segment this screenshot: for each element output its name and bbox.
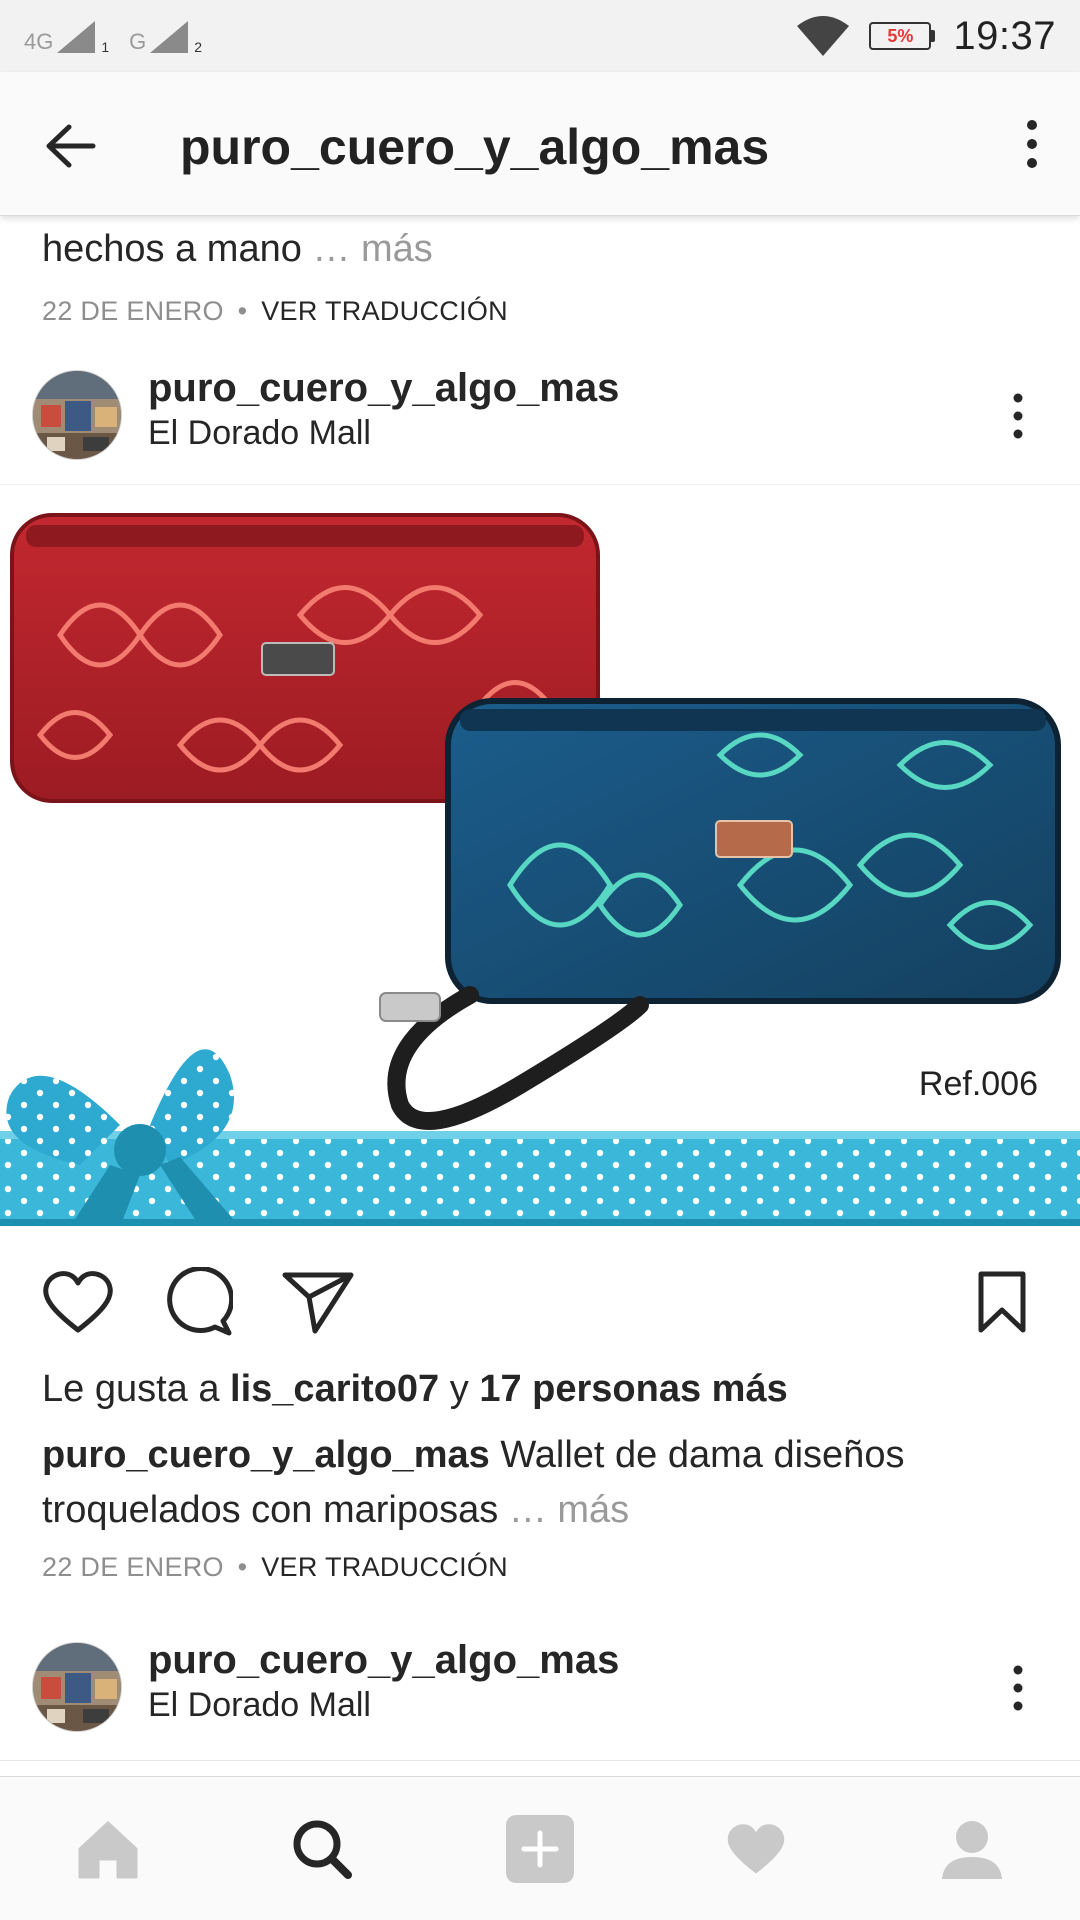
signal-sim1: 4G 1 (24, 17, 109, 55)
back-button[interactable] (38, 114, 102, 178)
likes-summary[interactable]: Le gusta a lis_carito07 y 17 personas má… (42, 1368, 788, 1411)
likes-prefix: Le gusta a (42, 1368, 220, 1410)
heart-icon (43, 1271, 113, 1333)
bottom-navigation (0, 1776, 1080, 1920)
post-image[interactable]: Ref.006 (0, 484, 1080, 1226)
more-vertical-icon (1027, 120, 1037, 168)
post-location[interactable]: El Dorado Mall (148, 414, 371, 453)
post-meta: 22 DE ENERO • VER TRADUCCIÓN (42, 1552, 508, 1583)
options-button[interactable] (1010, 112, 1054, 176)
battery-level: 5% (869, 22, 932, 50)
page-title: puro_cuero_y_algo_mas (180, 119, 770, 175)
post-caption: puro_cuero_y_algo_mas Wallet de dama dis… (42, 1428, 1042, 1538)
post-date: 22 DE ENERO (42, 1552, 224, 1582)
post-location[interactable]: El Dorado Mall (148, 1686, 371, 1725)
likes-count[interactable]: 17 personas más (479, 1368, 787, 1410)
home-icon (78, 1821, 138, 1879)
previous-post-meta: 22 DE ENERO • VER TRADUCCIÓN (42, 296, 508, 327)
post-options-button[interactable] (1006, 388, 1030, 444)
bookmark-icon (978, 1271, 1026, 1333)
wifi-icon (797, 16, 850, 56)
more-link[interactable]: … más (509, 1489, 629, 1531)
network-type-2: G (129, 29, 147, 54)
see-translation-link[interactable]: VER TRADUCCIÓN (261, 1552, 508, 1582)
nav-search[interactable] (282, 1809, 362, 1889)
reference-label: Ref.006 (918, 1065, 1038, 1103)
post-actions (0, 1262, 1080, 1342)
nav-home[interactable] (68, 1809, 148, 1889)
more-vertical-icon (1013, 393, 1023, 439)
post-header: puro_cuero_y_algo_mas El Dorado Mall (0, 352, 1080, 462)
add-post-icon (506, 1815, 574, 1883)
arrow-left-icon (46, 124, 96, 168)
signal-icon (57, 21, 96, 53)
battery-tip (931, 30, 936, 42)
status-bar: 4G 1 G 2 5% 19:37 (0, 0, 1080, 72)
avatar-image (33, 371, 121, 459)
signal-sim2: G 2 (129, 17, 202, 55)
profile-icon (942, 1821, 1002, 1879)
network-type-1: 4G (24, 29, 54, 54)
battery-indicator: 5% (869, 22, 936, 50)
signal-icon (150, 21, 189, 53)
see-translation-link[interactable]: VER TRADUCCIÓN (261, 296, 508, 326)
comment-icon (167, 1267, 233, 1336)
clock: 19:37 (953, 13, 1056, 58)
nav-activity[interactable] (716, 1809, 796, 1889)
sim-number-1: 1 (101, 39, 110, 55)
caption-username[interactable]: puro_cuero_y_algo_mas (42, 1434, 490, 1476)
heart-icon (727, 1824, 785, 1874)
meta-separator: • (237, 1552, 248, 1582)
post-options-button[interactable] (1006, 1660, 1030, 1716)
wallets-photo (0, 513, 1080, 1226)
avatar[interactable] (32, 370, 122, 460)
divider (0, 1760, 1080, 1761)
search-icon (293, 1820, 352, 1879)
liker-username[interactable]: lis_carito07 (230, 1368, 439, 1410)
avatar-image (33, 1643, 121, 1731)
save-button[interactable] (962, 1262, 1042, 1342)
avatar[interactable] (32, 1642, 122, 1732)
post-username[interactable]: puro_cuero_y_algo_mas (148, 1638, 619, 1683)
share-button[interactable] (278, 1262, 358, 1342)
previous-post-caption: hechos a mano … más (42, 228, 433, 271)
more-link[interactable]: … más (312, 228, 432, 270)
blue-wallet (379, 698, 1061, 1130)
paper-plane-icon (282, 1272, 354, 1334)
sim-number-2: 2 (194, 39, 203, 55)
signal-indicators: 4G 1 G 2 (24, 17, 216, 55)
nav-new-post[interactable] (500, 1809, 580, 1889)
caption-text: hechos a mano (42, 228, 302, 270)
comment-button[interactable] (158, 1262, 238, 1342)
top-app-bar: puro_cuero_y_algo_mas (0, 72, 1080, 216)
post-username[interactable]: puro_cuero_y_algo_mas (148, 366, 619, 411)
more-vertical-icon (1013, 1665, 1023, 1711)
post-date: 22 DE ENERO (42, 296, 224, 326)
nav-profile[interactable] (932, 1809, 1012, 1889)
status-right: 5% 19:37 (795, 14, 1056, 59)
likes-joiner: y (449, 1368, 469, 1410)
like-button[interactable] (38, 1262, 118, 1342)
next-post-header: puro_cuero_y_algo_mas El Dorado Mall (0, 1624, 1080, 1734)
meta-separator: • (237, 296, 248, 326)
